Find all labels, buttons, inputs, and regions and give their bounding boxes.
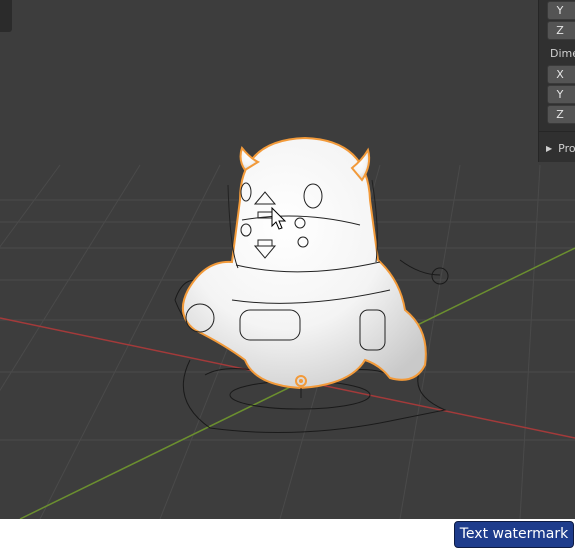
panel-divider (539, 131, 575, 132)
dimension-x-field[interactable]: X (547, 65, 575, 84)
properties-subpanel-label: Pro (558, 142, 575, 155)
dimension-y-field[interactable]: Y (547, 85, 575, 104)
expand-triangle-icon: ▶ (546, 144, 553, 153)
sidebar-properties-panel: Y Z Dime X Y Z ▶ Pro (538, 0, 575, 162)
location-z-field[interactable]: Z (547, 21, 575, 40)
character-mesh[interactable] (181, 136, 427, 390)
text-watermark-button[interactable]: Text watermark (454, 521, 574, 548)
location-y-field[interactable]: Y (547, 1, 575, 20)
properties-subpanel-header[interactable]: ▶ Pro (539, 138, 575, 160)
dimensions-label: Dime (550, 47, 575, 60)
dimension-z-field[interactable]: Z (547, 105, 575, 124)
3d-viewport[interactable]: Y Z Dime X Y Z ▶ Pro (0, 0, 575, 519)
viewport-header-tab[interactable] (0, 0, 12, 32)
